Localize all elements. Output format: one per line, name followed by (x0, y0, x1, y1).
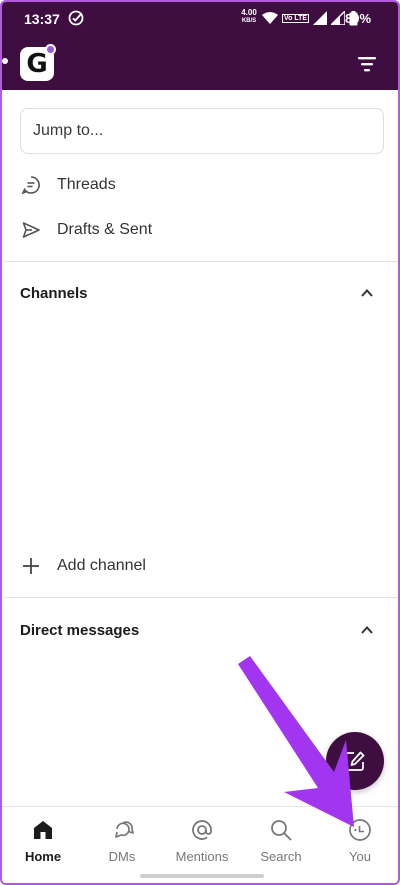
compose-icon (345, 751, 365, 771)
threads-label: Threads (57, 176, 116, 193)
battery-percent: 89% (345, 11, 372, 26)
home-indicator (140, 874, 264, 878)
chevron-up-icon[interactable] (360, 623, 374, 637)
app-header: 13:37 4.00 KB/S Vo LTE 89% G (2, 2, 398, 90)
workspace-logo: G (26, 49, 48, 79)
nav-mentions[interactable]: Mentions (167, 817, 237, 867)
workspace-switcher[interactable]: G (20, 44, 56, 81)
send-icon (20, 219, 42, 241)
drafts-sent-item[interactable]: Drafts & Sent (20, 211, 384, 249)
divider (4, 597, 398, 598)
nav-home-label: Home (24, 849, 62, 864)
nav-search-label: Search (260, 849, 302, 864)
chevron-up-icon[interactable] (360, 286, 374, 300)
nav-dms[interactable]: DMs (87, 817, 157, 867)
add-channel-label: Add channel (57, 557, 146, 574)
status-time: 13:37 (24, 11, 60, 27)
jump-to-placeholder: Jump to... (33, 122, 104, 139)
add-channel-button[interactable]: Add channel (20, 547, 384, 585)
status-bar: 13:37 4.00 KB/S Vo LTE 89% (2, 2, 398, 34)
header-indicator-dot (2, 58, 8, 64)
nav-home[interactable]: Home (8, 817, 78, 867)
net-speed: 4.00 KB/S (241, 8, 257, 25)
divider (4, 261, 398, 262)
app-frame: 13:37 4.00 KB/S Vo LTE 89% G Jump to... … (0, 0, 400, 885)
direct-messages-header[interactable]: Direct messages (20, 622, 139, 639)
signal-icon (313, 11, 328, 25)
you-icon (347, 817, 373, 843)
threads-item[interactable]: Threads (20, 166, 384, 204)
nav-search[interactable]: Search (246, 817, 316, 867)
nav-dms-label: DMs (108, 849, 136, 864)
filter-icon[interactable] (358, 56, 376, 72)
drafts-label: Drafts & Sent (57, 221, 153, 238)
jump-to-input[interactable]: Jump to... (20, 108, 384, 154)
dms-icon (109, 817, 135, 843)
home-icon (30, 817, 56, 843)
search-icon (268, 817, 294, 843)
nav-mentions-label: Mentions (175, 849, 229, 864)
nav-you[interactable]: You (325, 817, 395, 867)
at-icon (189, 817, 215, 843)
check-circle-icon (68, 10, 84, 26)
channels-header[interactable]: Channels (20, 285, 88, 302)
workspace-badge (45, 44, 56, 55)
volte-badge: Vo LTE (282, 13, 310, 23)
wifi-icon (262, 12, 278, 24)
compose-button[interactable] (326, 732, 384, 790)
threads-icon (20, 174, 42, 196)
nav-you-label: You (349, 849, 371, 864)
plus-icon (20, 555, 42, 577)
signal-icon-2 (331, 11, 346, 25)
